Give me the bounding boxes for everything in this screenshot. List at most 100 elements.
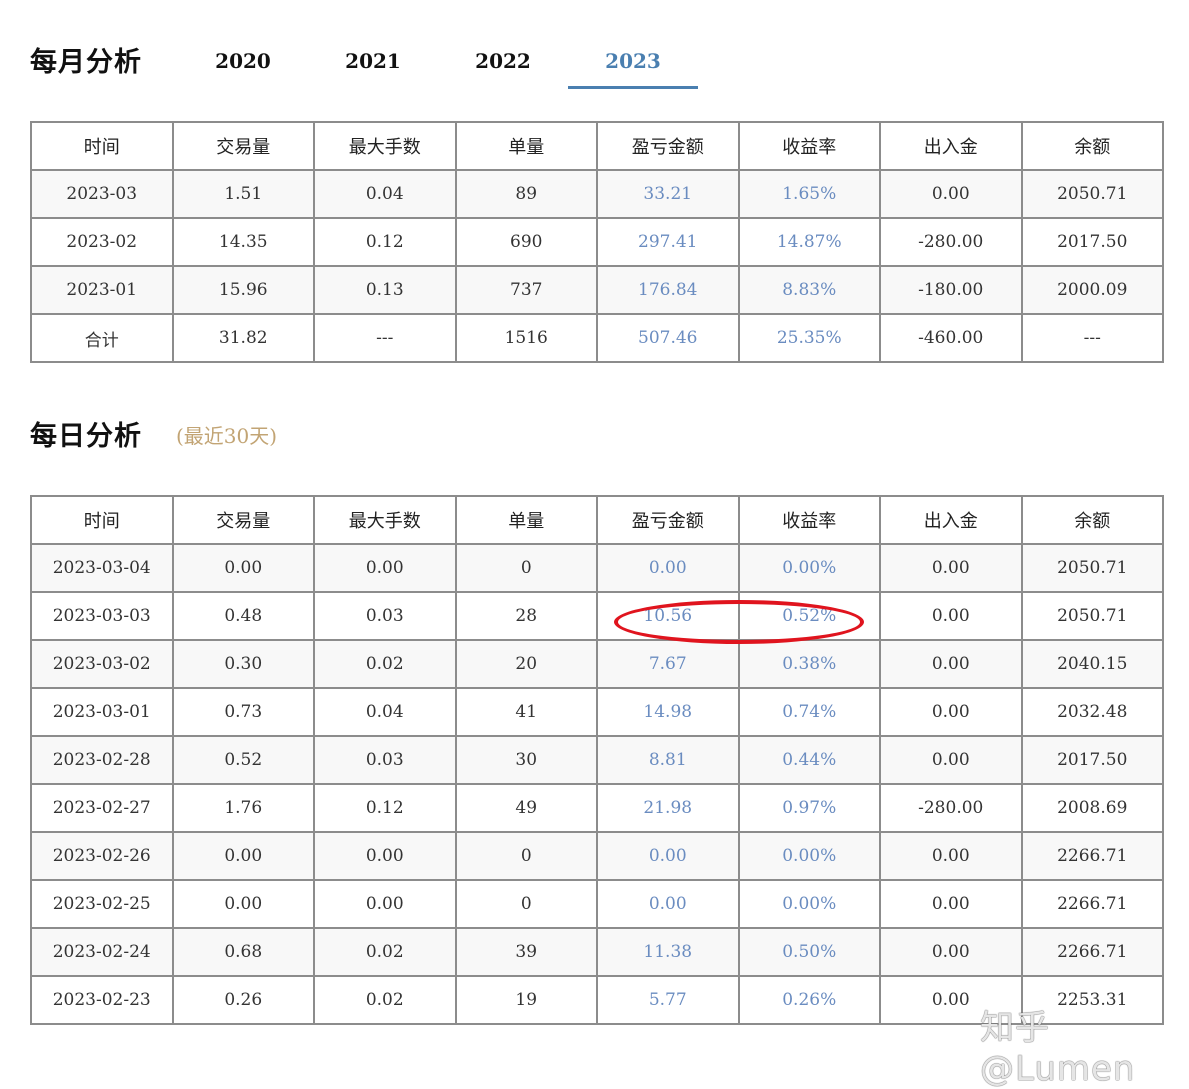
- year-tabs: 2020 2021 2022 2023: [178, 40, 738, 90]
- table-cell: 0.00: [313, 543, 457, 593]
- table-cell: 0.00: [596, 879, 740, 929]
- tab-2020[interactable]: 2020: [178, 40, 308, 86]
- column-header: 收益率: [737, 495, 881, 545]
- column-header: 时间: [30, 121, 174, 171]
- table-cell: 0.00: [596, 543, 740, 593]
- table-cell: 0.97%: [737, 783, 881, 833]
- table-cell: ---: [1020, 313, 1164, 363]
- table-cell: 2017.50: [1020, 217, 1164, 267]
- table-cell: 0.00: [879, 543, 1023, 593]
- monthly-table: 时间 交易量 最大手数 单量 盈亏金额 收益率 出入金 余额 2023-03 1.…: [30, 121, 1164, 363]
- table-cell: 2023-02-27: [30, 783, 174, 833]
- column-header: 出入金: [879, 495, 1023, 545]
- table-cell: ---: [313, 313, 457, 363]
- table-cell: 49: [454, 783, 598, 833]
- table-cell: 5.77: [596, 975, 740, 1025]
- table-header-row: 时间 交易量 最大手数 单量 盈亏金额 收益率 出入金 余额: [30, 495, 1164, 545]
- table-cell: 2050.71: [1020, 543, 1164, 593]
- table-cell: 176.84: [596, 265, 740, 315]
- table-cell: 297.41: [596, 217, 740, 267]
- table-cell: 0.00: [879, 169, 1023, 219]
- column-header: 余额: [1020, 495, 1164, 545]
- daily-subtitle: (最近30天): [176, 424, 278, 448]
- column-header: 单量: [454, 121, 598, 171]
- table-cell: 0: [454, 543, 598, 593]
- table-cell: 2017.50: [1020, 735, 1164, 785]
- table-cell: 合计: [30, 313, 174, 363]
- table-row: 2023-03-01 0.73 0.04 41 14.98 0.74% 0.00 2032.4…: [30, 687, 1164, 737]
- table-cell: 0.00: [171, 831, 315, 881]
- table-cell: 2023-02-23: [30, 975, 174, 1025]
- table-cell: 0.04: [313, 687, 457, 737]
- table-cell: 690: [454, 217, 598, 267]
- table-cell: 0.02: [313, 927, 457, 977]
- table-cell: 1.76: [171, 783, 315, 833]
- table-row: 2023-02-25 0.00 0.00 0 0.00 0.00% 0.00 2266.71: [30, 879, 1164, 929]
- table-cell: 2023-02-25: [30, 879, 174, 929]
- table-cell: 2000.09: [1020, 265, 1164, 315]
- table-cell: 25.35%: [737, 313, 881, 363]
- table-cell: 0.44%: [737, 735, 881, 785]
- table-cell: 10.56: [596, 591, 740, 641]
- table-cell: 8.83%: [737, 265, 881, 315]
- table-cell: 0.00: [171, 879, 315, 929]
- table-cell: 2050.71: [1020, 169, 1164, 219]
- table-cell: 21.98: [596, 783, 740, 833]
- table-cell: 0.00: [879, 735, 1023, 785]
- table-row: 2023-03-02 0.30 0.02 20 7.67 0.38% 0.00 2040.15: [30, 639, 1164, 689]
- table-cell: -280.00: [879, 217, 1023, 267]
- table-cell: 0.12: [313, 783, 457, 833]
- table-row: 2023-02-27 1.76 0.12 49 21.98 0.97% -280.00 200…: [30, 783, 1164, 833]
- table-cell: 0.03: [313, 591, 457, 641]
- table-cell: 2023-01: [30, 265, 174, 315]
- table-cell: 2040.15: [1020, 639, 1164, 689]
- table-cell: 2032.48: [1020, 687, 1164, 737]
- table-cell: 0.73: [171, 687, 315, 737]
- column-header: 盈亏金额: [596, 121, 740, 171]
- table-cell: 737: [454, 265, 598, 315]
- tab-2023[interactable]: 2023: [568, 40, 698, 89]
- table-cell: 2023-03-04: [30, 543, 174, 593]
- table-row: 合计 31.82 --- 1516 507.46 25.35% -460.00 ---: [30, 313, 1164, 363]
- table-cell: 507.46: [596, 313, 740, 363]
- table-cell: 0.26%: [737, 975, 881, 1025]
- table-cell: 2050.71: [1020, 591, 1164, 641]
- watermark: 知乎 @Lumen: [980, 1008, 1136, 1089]
- table-cell: 2023-02: [30, 217, 174, 267]
- table-cell: 0.12: [313, 217, 457, 267]
- table-cell: 2266.71: [1020, 927, 1164, 977]
- table-cell: 2023-02-24: [30, 927, 174, 977]
- column-header: 盈亏金额: [596, 495, 740, 545]
- table-cell: 0.52%: [737, 591, 881, 641]
- table-cell: 0.03: [313, 735, 457, 785]
- table-cell: 8.81: [596, 735, 740, 785]
- table-cell: 7.67: [596, 639, 740, 689]
- table-row: 2023-02 14.35 0.12 690 297.41 14.87% -280.00 20…: [30, 217, 1164, 267]
- table-cell: 1.51: [171, 169, 315, 219]
- table-cell: 28: [454, 591, 598, 641]
- table-cell: 33.21: [596, 169, 740, 219]
- table-cell: 0.00: [596, 831, 740, 881]
- table-cell: 2008.69: [1020, 783, 1164, 833]
- table-row: 2023-02-28 0.52 0.03 30 8.81 0.44% 0.00 2017.50: [30, 735, 1164, 785]
- tab-2021[interactable]: 2021: [308, 40, 438, 86]
- table-row: 2023-02-26 0.00 0.00 0 0.00 0.00% 0.00 2266.71: [30, 831, 1164, 881]
- table-cell: -460.00: [879, 313, 1023, 363]
- table-header-row: 时间 交易量 最大手数 单量 盈亏金额 收益率 出入金 余额: [30, 121, 1164, 171]
- table-cell: 2023-03-01: [30, 687, 174, 737]
- table-cell: 0.00: [879, 927, 1023, 977]
- table-cell: 31.82: [171, 313, 315, 363]
- table-cell: 0.74%: [737, 687, 881, 737]
- column-header: 最大手数: [313, 495, 457, 545]
- table-cell: 0.02: [313, 639, 457, 689]
- table-cell: 2023-02-28: [30, 735, 174, 785]
- table-cell: 0.00: [171, 543, 315, 593]
- column-header: 时间: [30, 495, 174, 545]
- column-header: 交易量: [171, 121, 315, 171]
- table-cell: 0.04: [313, 169, 457, 219]
- table-row: 2023-01 15.96 0.13 737 176.84 8.83% -180.00 200…: [30, 265, 1164, 315]
- table-cell: 0: [454, 831, 598, 881]
- monthly-analysis-title: 每月分析: [30, 47, 142, 78]
- table-cell: 15.96: [171, 265, 315, 315]
- tab-2022[interactable]: 2022: [438, 40, 568, 86]
